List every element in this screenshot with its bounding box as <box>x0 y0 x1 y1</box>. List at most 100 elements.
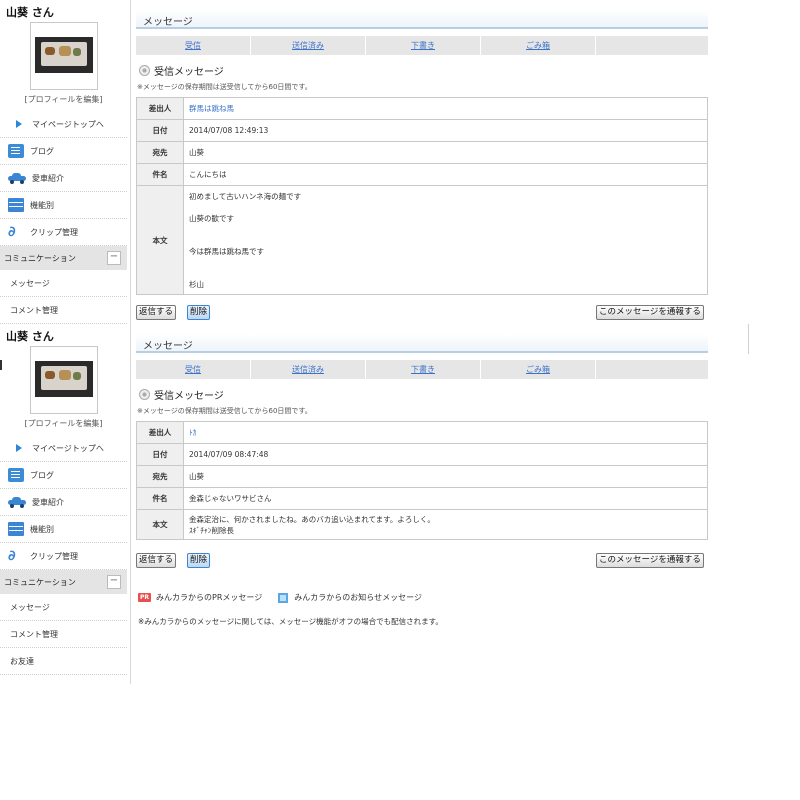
user-name: 山葵 さん <box>6 6 54 19</box>
to-label: 宛先 <box>136 465 184 488</box>
triangle-right-icon <box>16 444 22 452</box>
sender-label: 差出人 <box>136 97 184 120</box>
body-label: 本文 <box>136 509 184 540</box>
reply-button[interactable]: 返信する <box>136 553 177 568</box>
to-value: 山葵 <box>183 465 708 488</box>
tab-trash[interactable]: ごみ箱 <box>481 360 596 379</box>
sender-link[interactable]: 群馬は跳ね馬 <box>189 104 234 113</box>
profile-photo[interactable] <box>30 346 98 414</box>
sidebar-item-clip[interactable]: ∂ クリップ管理 <box>0 543 127 570</box>
body-line: 今は群馬は跳ね馬です <box>189 246 264 256</box>
message-panel-2: 山葵 さん [プロフィールを編集] マイページトップへ ブログ 愛車紹介 機能別 <box>0 324 800 684</box>
report-button[interactable]: このメッセージを通報する <box>596 305 704 320</box>
body-label: 本文 <box>136 185 184 295</box>
date-label: 日付 <box>136 119 184 142</box>
reply-button[interactable]: 返信する <box>136 305 177 320</box>
sidebar-item-label: マイページトップへ <box>32 119 104 129</box>
to-value: 山葵 <box>183 141 708 164</box>
main-content: メッセージ 受信 送信済み 下書き ごみ箱 受信メッセージ ※メッセージの保存期… <box>130 324 751 684</box>
sidebar-item-label: クリップ管理 <box>30 551 78 561</box>
page-title: メッセージ <box>136 334 708 353</box>
sidebar-item-features[interactable]: 機能別 <box>0 516 127 543</box>
subject-value: こんにちは <box>183 163 708 186</box>
delete-button[interactable]: 削除 <box>187 305 211 320</box>
sidebar-menu: マイページトップへ ブログ 愛車紹介 機能別 ∂ クリップ管理 コミュニケーショ… <box>0 435 127 675</box>
list-icon <box>8 522 24 536</box>
message-tabs: 受信 送信済み 下書き ごみ箱 <box>136 36 708 55</box>
table-row: 件名 金森じゃないワサビさん <box>136 487 708 510</box>
sidebar-item-mypage-top[interactable]: マイページトップへ <box>0 435 127 462</box>
table-row: 差出人 ﾄｶ <box>136 421 708 444</box>
tab-sent[interactable]: 送信済み <box>251 36 366 55</box>
sidebar-item-messages[interactable]: メッセージ <box>0 270 127 297</box>
date-value: 2014/07/08 12:49:13 <box>183 119 708 142</box>
notice-legend: PR みんカラからのPRメッセージ みんカラからのお知らせメッセージ <box>138 592 422 603</box>
sidebar-item-messages[interactable]: メッセージ <box>0 594 127 621</box>
profile-edit-link[interactable]: [プロフィールを編集] <box>0 94 127 105</box>
delete-button[interactable]: 削除 <box>187 553 211 568</box>
profile-photo[interactable] <box>30 22 98 90</box>
sidebar-item-label: ブログ <box>30 146 54 156</box>
date-value: 2014/07/09 08:47:48 <box>183 443 708 466</box>
bullet-icon <box>139 389 150 400</box>
body-value: 金森定治に、何かされましたね。あのバカ追い込まれてます。よろしく。 ｽｷﾞﾁｬﾝ… <box>183 509 708 540</box>
bullet-icon <box>139 65 150 76</box>
blog-icon <box>8 468 24 482</box>
sidebar-item-mypage-top[interactable]: マイページトップへ <box>0 111 127 138</box>
triangle-right-icon <box>16 120 22 128</box>
sender-label: 差出人 <box>136 421 184 444</box>
collapse-icon[interactable]: − <box>107 251 121 265</box>
body-line <box>189 257 702 268</box>
body-line: 初めまして古いハンネ海の麺です <box>189 191 302 201</box>
main-content: メッセージ 受信 送信済み 下書き ごみ箱 受信メッセージ ※メッセージの保存期… <box>130 0 751 324</box>
message-panel-1: 山葵 さん [プロフィールを編集] マイページトップへ ブログ 愛車紹介 機能別 <box>0 0 800 324</box>
sidebar-item-blog[interactable]: ブログ <box>0 138 127 165</box>
section-label: コミュニケーション <box>4 577 76 587</box>
tab-inbox[interactable]: 受信 <box>136 36 251 55</box>
divider <box>748 324 749 354</box>
body-line <box>189 202 702 213</box>
sidebar-item-clip[interactable]: ∂ クリップ管理 <box>0 219 127 246</box>
message-table: 差出人 ﾄｶ 日付 2014/07/09 08:47:48 宛先 山葵 件名 金… <box>136 421 708 540</box>
subject-value: 金森じゃないワサビさん <box>183 487 708 510</box>
sidebar-item-friends[interactable]: お友達 <box>0 648 127 675</box>
table-row: 日付 2014/07/08 12:49:13 <box>136 119 708 142</box>
sidebar-item-car[interactable]: 愛車紹介 <box>0 165 127 192</box>
sidebar-item-comments[interactable]: コメント管理 <box>0 621 127 648</box>
footnote: ※みんカラからのメッセージに関しては、メッセージ機能がオフの場合でも配信されます… <box>138 617 443 626</box>
body-value: 初めまして古いハンネ海の麺です 山葵の歓です 今は群馬は跳ね馬です 杉山 <box>183 185 708 295</box>
to-label: 宛先 <box>136 141 184 164</box>
list-icon <box>8 198 24 212</box>
retention-note: ※メッセージの保存期間は送受信してから60日間です。 <box>137 407 312 415</box>
sidebar-section-communication[interactable]: コミュニケーション − <box>0 246 127 270</box>
sidebar-item-label: 愛車紹介 <box>32 173 64 183</box>
tab-trash[interactable]: ごみ箱 <box>481 36 596 55</box>
car-icon <box>8 497 26 508</box>
sidebar-item-features[interactable]: 機能別 <box>0 192 127 219</box>
tab-inbox[interactable]: 受信 <box>136 360 251 379</box>
report-button[interactable]: このメッセージを通報する <box>596 553 704 568</box>
user-name: 山葵 さん <box>6 330 54 343</box>
profile-edit-link[interactable]: [プロフィールを編集] <box>0 418 127 429</box>
tab-drafts[interactable]: 下書き <box>366 360 481 379</box>
sidebar-menu: マイページトップへ ブログ 愛車紹介 機能別 ∂ クリップ管理 コミュニケーショ… <box>0 111 127 324</box>
clip-icon: ∂ <box>8 548 16 564</box>
sidebar-item-car[interactable]: 愛車紹介 <box>0 489 127 516</box>
collapse-icon[interactable]: − <box>107 575 121 589</box>
message-table: 差出人 群馬は跳ね馬 日付 2014/07/08 12:49:13 宛先 山葵 … <box>136 97 708 295</box>
table-row: 本文 金森定治に、何かされましたね。あのバカ追い込まれてます。よろしく。 ｽｷﾞ… <box>136 509 708 540</box>
sidebar-item-comments[interactable]: コメント管理 <box>0 297 127 324</box>
subject-label: 件名 <box>136 163 184 186</box>
sidebar-section-communication[interactable]: コミュニケーション − <box>0 570 127 594</box>
pr-message-label: みんカラからのPRメッセージ <box>156 593 263 602</box>
table-row: 差出人 群馬は跳ね馬 <box>136 97 708 120</box>
sidebar-item-label: マイページトップへ <box>32 443 104 453</box>
tab-sent[interactable]: 送信済み <box>251 360 366 379</box>
table-row: 日付 2014/07/09 08:47:48 <box>136 443 708 466</box>
tab-drafts[interactable]: 下書き <box>366 36 481 55</box>
sidebar-item-label: クリップ管理 <box>30 227 78 237</box>
body-line <box>189 224 702 235</box>
sidebar-item-blog[interactable]: ブログ <box>0 462 127 489</box>
sidebar-item-label: ブログ <box>30 470 54 480</box>
sender-link[interactable]: ﾄｶ <box>189 428 197 437</box>
